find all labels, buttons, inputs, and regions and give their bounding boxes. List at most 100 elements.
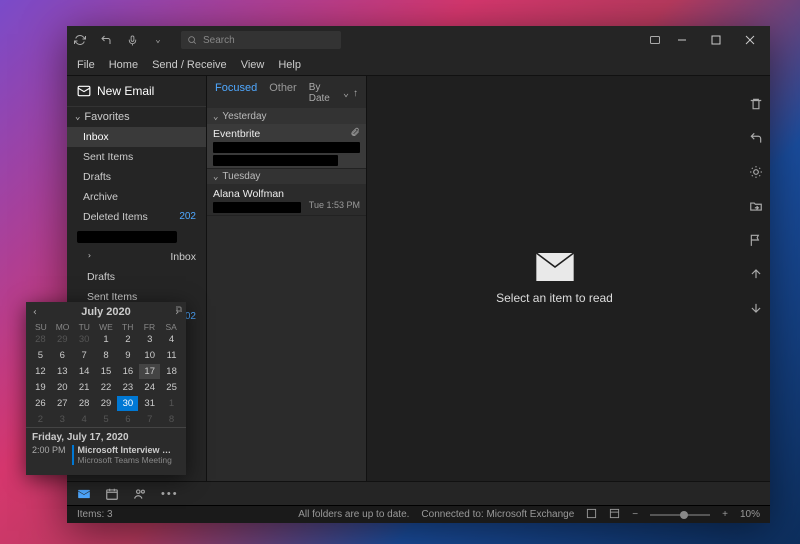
minimize-button[interactable] <box>668 28 696 52</box>
calendar-day[interactable]: 2 <box>30 412 51 427</box>
new-email-button[interactable]: New Email <box>67 76 206 107</box>
folder-drafts[interactable]: Drafts <box>67 167 206 187</box>
nav-people-icon[interactable] <box>133 487 147 501</box>
calendar-day[interactable]: 17 <box>139 364 160 379</box>
calendar-day[interactable]: 7 <box>74 348 95 363</box>
menu-send-receive[interactable]: Send / Receive <box>152 59 227 71</box>
undo-icon[interactable] <box>748 130 764 146</box>
deleted-count: 202 <box>179 211 196 223</box>
folder-inbox[interactable]: Inbox <box>67 127 206 147</box>
calendar-day[interactable]: 14 <box>74 364 95 379</box>
message-time: Tue 1:53 PM <box>309 200 360 210</box>
menu-file[interactable]: File <box>77 59 95 71</box>
calendar-day[interactable]: 5 <box>30 348 51 363</box>
calendar-day[interactable]: 8 <box>96 348 117 363</box>
folder-archive[interactable]: Archive <box>67 187 206 207</box>
calendar-day[interactable]: 6 <box>52 348 73 363</box>
coming-soon-icon[interactable] <box>648 33 662 47</box>
message-item[interactable]: Alana Wolfman Tue 1:53 PM <box>207 184 366 216</box>
mic-icon[interactable] <box>125 33 139 47</box>
calendar-day[interactable]: 25 <box>161 380 182 395</box>
move-icon[interactable] <box>748 198 764 214</box>
calendar-day[interactable]: 6 <box>117 412 138 427</box>
brightness-icon[interactable] <box>748 164 764 180</box>
calendar-dow-cell: FR <box>139 322 161 332</box>
calendar-day[interactable]: 29 <box>52 332 73 347</box>
calendar-day[interactable]: 4 <box>74 412 95 427</box>
calendar-day[interactable]: 26 <box>30 396 51 411</box>
flag-icon[interactable] <box>748 232 764 248</box>
calendar-day[interactable]: 9 <box>117 348 138 363</box>
calendar-day[interactable]: 16 <box>117 364 138 379</box>
nav-mail-icon[interactable] <box>77 487 91 501</box>
nav-calendar-icon[interactable] <box>105 487 119 501</box>
calendar-day[interactable]: 28 <box>74 396 95 411</box>
account-name-redacted[interactable] <box>77 231 177 243</box>
arrow-up-icon[interactable] <box>748 266 764 282</box>
search-placeholder: Search <box>203 35 235 46</box>
calendar-day[interactable]: 12 <box>30 364 51 379</box>
close-button[interactable] <box>736 28 764 52</box>
calendar-day[interactable]: 5 <box>96 412 117 427</box>
calendar-day[interactable]: 23 <box>117 380 138 395</box>
maximize-button[interactable] <box>702 28 730 52</box>
zoom-slider[interactable] <box>650 514 710 516</box>
message-from: Alana Wolfman <box>213 188 360 200</box>
calendar-day[interactable]: 18 <box>161 364 182 379</box>
folder-inbox-2[interactable]: ›Inbox <box>67 247 206 267</box>
delete-icon[interactable] <box>748 96 764 112</box>
tab-focused[interactable]: Focused <box>215 82 257 104</box>
calendar-day[interactable]: 13 <box>52 364 73 379</box>
view-normal-icon[interactable] <box>586 508 597 522</box>
calendar-day[interactable]: 30 <box>117 396 138 411</box>
sync-icon[interactable] <box>73 33 87 47</box>
calendar-day[interactable]: 19 <box>30 380 51 395</box>
group-tuesday[interactable]: ⌄Tuesday <box>207 169 366 184</box>
tab-other[interactable]: Other <box>269 82 297 104</box>
calendar-day[interactable]: 24 <box>139 380 160 395</box>
calendar-day[interactable]: 1 <box>96 332 117 347</box>
prev-month-button[interactable]: ‹ <box>32 307 38 318</box>
calendar-day[interactable]: 10 <box>139 348 160 363</box>
menu-home[interactable]: Home <box>109 59 138 71</box>
nav-more-icon[interactable]: ••• <box>161 488 179 500</box>
view-reading-icon[interactable] <box>609 508 620 522</box>
calendar-day[interactable]: 22 <box>96 380 117 395</box>
menu-help[interactable]: Help <box>278 59 301 71</box>
calendar-day[interactable]: 3 <box>139 332 160 347</box>
message-item[interactable]: Eventbrite <box>207 124 366 169</box>
calendar-day[interactable]: 20 <box>52 380 73 395</box>
agenda-event[interactable]: 2:00 PM Microsoft Interview & demo w/ Se… <box>32 445 180 465</box>
calendar-day[interactable]: 21 <box>74 380 95 395</box>
calendar-day[interactable]: 3 <box>52 412 73 427</box>
calendar-day[interactable]: 31 <box>139 396 160 411</box>
calendar-day[interactable]: 28 <box>30 332 51 347</box>
menu-view[interactable]: View <box>241 59 265 71</box>
folder-deleted[interactable]: Deleted Items202 <box>67 207 206 227</box>
agenda-date: Friday, July 17, 2020 <box>32 432 180 443</box>
undo-icon[interactable] <box>99 33 113 47</box>
group-yesterday[interactable]: ⌄Yesterday <box>207 109 366 124</box>
popout-icon[interactable]: ⧉ <box>176 304 182 315</box>
arrow-down-icon[interactable] <box>748 300 764 316</box>
calendar-day[interactable]: 4 <box>161 332 182 347</box>
zoom-in-icon[interactable]: + <box>722 509 728 520</box>
calendar-day[interactable]: 11 <box>161 348 182 363</box>
search-box[interactable]: Search <box>181 31 341 49</box>
calendar-day[interactable]: 15 <box>96 364 117 379</box>
calendar-day[interactable]: 2 <box>117 332 138 347</box>
calendar-day[interactable]: 1 <box>161 396 182 411</box>
calendar-peek: ⧉ ‹ July 2020 › SUMOTUWETHFRSA 282930123… <box>26 302 186 475</box>
folder-sent[interactable]: Sent Items <box>67 147 206 167</box>
calendar-day[interactable]: 8 <box>161 412 182 427</box>
calendar-day[interactable]: 7 <box>139 412 160 427</box>
calendar-day[interactable]: 29 <box>96 396 117 411</box>
chevron-down-icon[interactable]: ⌄ <box>151 33 165 47</box>
calendar-day[interactable]: 30 <box>74 332 95 347</box>
folder-drafts-2[interactable]: Drafts <box>67 267 206 287</box>
calendar-day[interactable]: 27 <box>52 396 73 411</box>
favorites-header[interactable]: ⌄ Favorites <box>67 107 206 127</box>
sort-button[interactable]: By Date⌄↑ <box>309 82 358 104</box>
zoom-out-icon[interactable]: − <box>632 509 638 520</box>
chevron-right-icon: › <box>87 251 92 263</box>
